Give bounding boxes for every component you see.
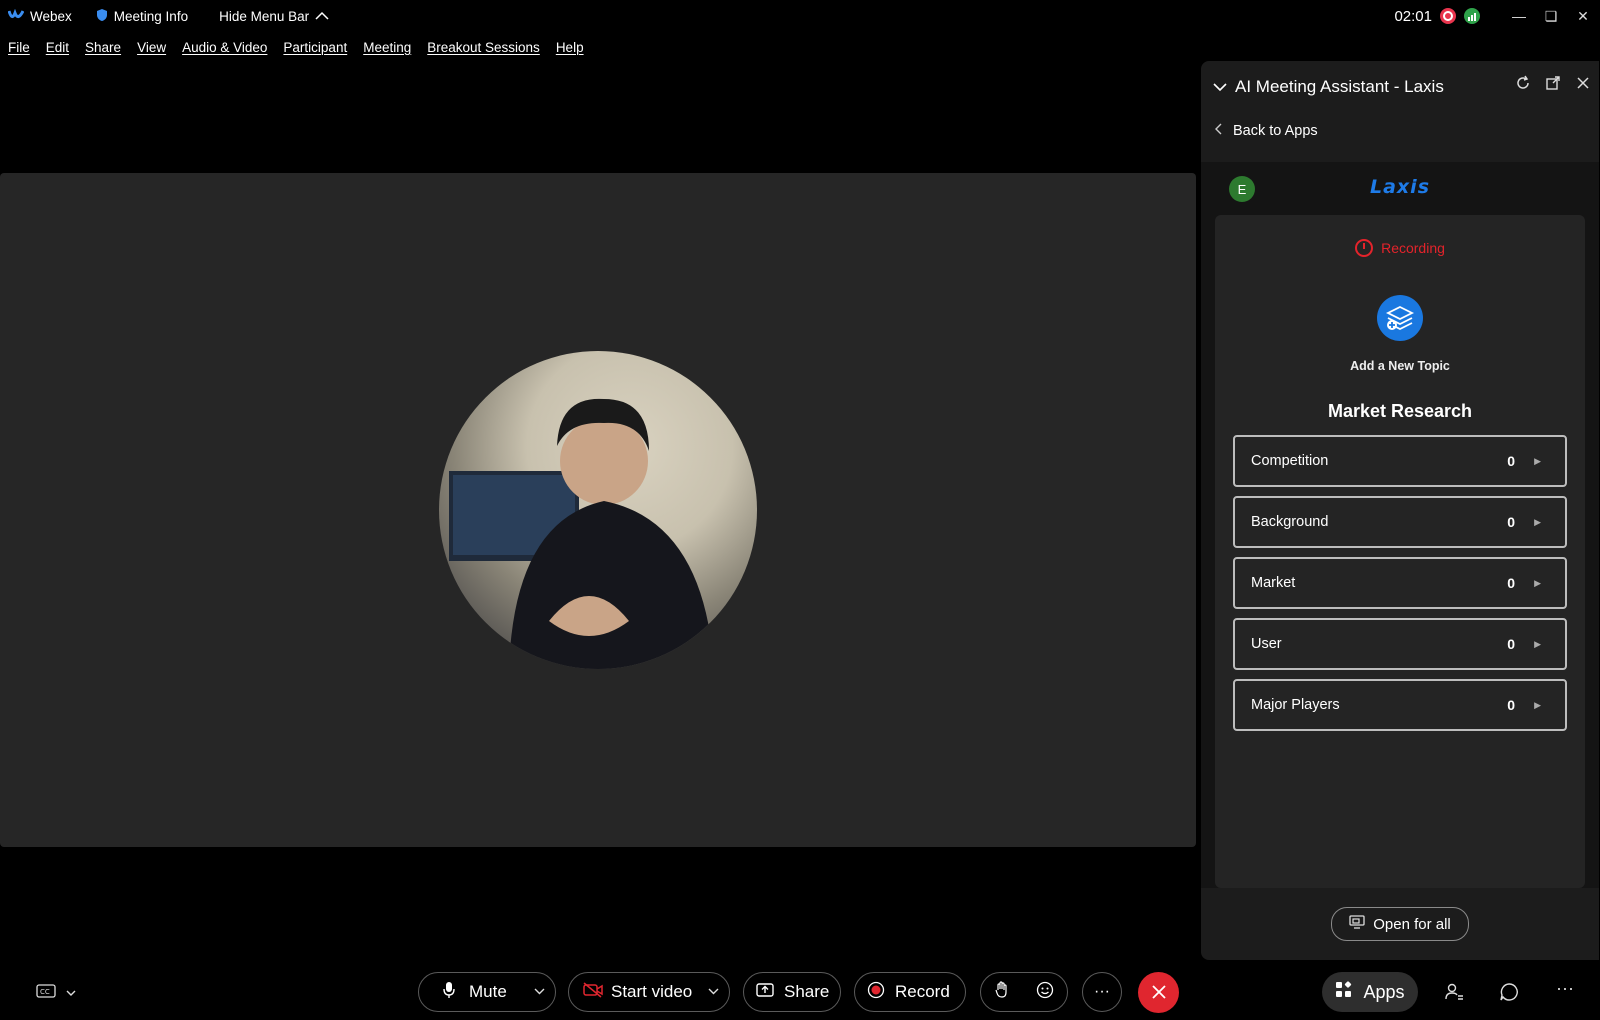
caret-right-icon: ▶	[1534, 455, 1541, 466]
menu-participant[interactable]: Participant	[283, 40, 347, 55]
chevron-down-icon[interactable]	[708, 986, 719, 998]
topic-count: 0	[1507, 514, 1515, 530]
mute-button[interactable]: Mute	[418, 972, 556, 1012]
reactions-group	[980, 972, 1068, 1012]
topic-count: 0	[1507, 636, 1515, 652]
caret-right-icon: ▶	[1534, 699, 1541, 710]
webex-logo-icon	[7, 8, 25, 24]
topic-count: 0	[1507, 697, 1515, 713]
menu-bar: File Edit Share View Audio & Video Parti…	[0, 36, 592, 58]
apps-button[interactable]: Apps	[1322, 972, 1418, 1012]
video-stage	[0, 173, 1196, 847]
menu-view[interactable]: View	[137, 40, 166, 55]
clock-icon	[1355, 239, 1374, 257]
chevron-down-icon	[66, 986, 76, 1000]
topic-list: Competition 0 ▶ Background 0 ▶ Market 0 …	[1233, 435, 1567, 740]
share-button[interactable]: Share	[743, 972, 841, 1012]
section-title: Market Research	[1327, 401, 1473, 421]
close-window-button[interactable]: ✕	[1568, 8, 1598, 25]
recording-indicator-icon[interactable]	[1440, 8, 1456, 24]
topic-count: 0	[1507, 453, 1515, 469]
meeting-clock: 02:01	[1394, 7, 1432, 25]
panel-title: AI Meeting Assistant - Laxis	[1235, 77, 1444, 96]
close-panel-icon[interactable]	[1575, 75, 1591, 91]
topic-item-user[interactable]: User 0 ▶	[1233, 618, 1567, 670]
participants-icon[interactable]	[1444, 982, 1464, 1007]
webex-app-label: Webex	[7, 8, 72, 24]
video-off-icon	[583, 981, 603, 1003]
menu-audio-video[interactable]: Audio & Video	[182, 40, 267, 55]
laxis-logo: Laxis	[1370, 176, 1431, 198]
panel-footer: Open for all	[1201, 888, 1599, 960]
add-topic-label[interactable]: Add a New Topic	[1215, 359, 1585, 373]
minimize-window-button[interactable]: —	[1504, 8, 1534, 24]
closed-captions-icon: CC	[36, 984, 56, 1001]
shield-icon	[96, 8, 108, 25]
hide-menu-bar-button[interactable]: Hide Menu Bar	[219, 9, 329, 24]
chevron-up-icon	[315, 9, 329, 24]
end-call-button[interactable]	[1138, 972, 1179, 1013]
menu-breakout-sessions[interactable]: Breakout Sessions	[427, 40, 540, 55]
caret-right-icon: ▶	[1534, 516, 1541, 527]
record-icon	[867, 981, 885, 1004]
panel-header: AI Meeting Assistant - Laxis	[1201, 61, 1599, 113]
meeting-controls: CC Mute Start video Share Record ··· App…	[0, 968, 1600, 1020]
add-topic-layers-icon[interactable]	[1377, 295, 1423, 341]
share-screen-icon	[1349, 915, 1365, 933]
menu-meeting[interactable]: Meeting	[363, 40, 411, 55]
restore-window-button[interactable]: ❏	[1536, 8, 1566, 25]
reactions-emoji-icon[interactable]	[1036, 981, 1054, 1004]
topic-item-competition[interactable]: Competition 0 ▶	[1233, 435, 1567, 487]
svg-text:CC: CC	[40, 988, 50, 996]
participant-avatar-photo	[439, 351, 757, 669]
more-options-button[interactable]: ···	[1082, 972, 1122, 1012]
laxis-app-area: E Laxis Recording Add a New Topic Market…	[1201, 162, 1599, 888]
chevron-left-icon	[1215, 123, 1223, 139]
menu-file[interactable]: File	[8, 40, 30, 55]
menu-edit[interactable]: Edit	[46, 40, 69, 55]
microphone-icon	[443, 981, 455, 1004]
back-to-apps-link[interactable]: Back to Apps	[1201, 113, 1599, 149]
topic-item-background[interactable]: Background 0 ▶	[1233, 496, 1567, 548]
share-screen-icon	[756, 982, 774, 1002]
recording-status: Recording	[1215, 239, 1585, 257]
topic-item-market[interactable]: Market 0 ▶	[1233, 557, 1567, 609]
network-signal-icon[interactable]	[1464, 8, 1480, 24]
close-icon	[1151, 980, 1167, 1006]
menu-share[interactable]: Share	[85, 40, 121, 55]
apps-grid-icon	[1335, 980, 1353, 1004]
raise-hand-icon[interactable]	[994, 980, 1010, 1004]
chevron-down-icon[interactable]	[534, 986, 545, 998]
caret-right-icon: ▶	[1534, 638, 1541, 649]
meeting-info-button[interactable]: Meeting Info	[96, 8, 188, 25]
refresh-icon[interactable]	[1515, 75, 1531, 91]
title-bar: Webex Meeting Info Hide Menu Bar 02:01 —…	[0, 0, 1600, 32]
menu-help[interactable]: Help	[556, 40, 584, 55]
open-for-all-button[interactable]: Open for all	[1331, 907, 1469, 941]
ai-assistant-panel: AI Meeting Assistant - Laxis Back to App…	[1201, 61, 1599, 960]
chat-icon[interactable]	[1499, 982, 1519, 1007]
record-button[interactable]: Record	[854, 972, 966, 1012]
more-panels-icon[interactable]: ···	[1556, 978, 1574, 999]
captions-button[interactable]: CC	[36, 984, 76, 1001]
topic-count: 0	[1507, 575, 1515, 591]
user-avatar[interactable]: E	[1229, 176, 1255, 202]
start-video-button[interactable]: Start video	[568, 972, 730, 1012]
topic-item-major-players[interactable]: Major Players 0 ▶	[1233, 679, 1567, 731]
collapse-panel-chevron-icon[interactable]	[1213, 77, 1227, 97]
caret-right-icon: ▶	[1534, 577, 1541, 588]
pop-out-icon[interactable]	[1545, 75, 1561, 91]
topics-card: Recording Add a New Topic Market Researc…	[1215, 215, 1585, 888]
